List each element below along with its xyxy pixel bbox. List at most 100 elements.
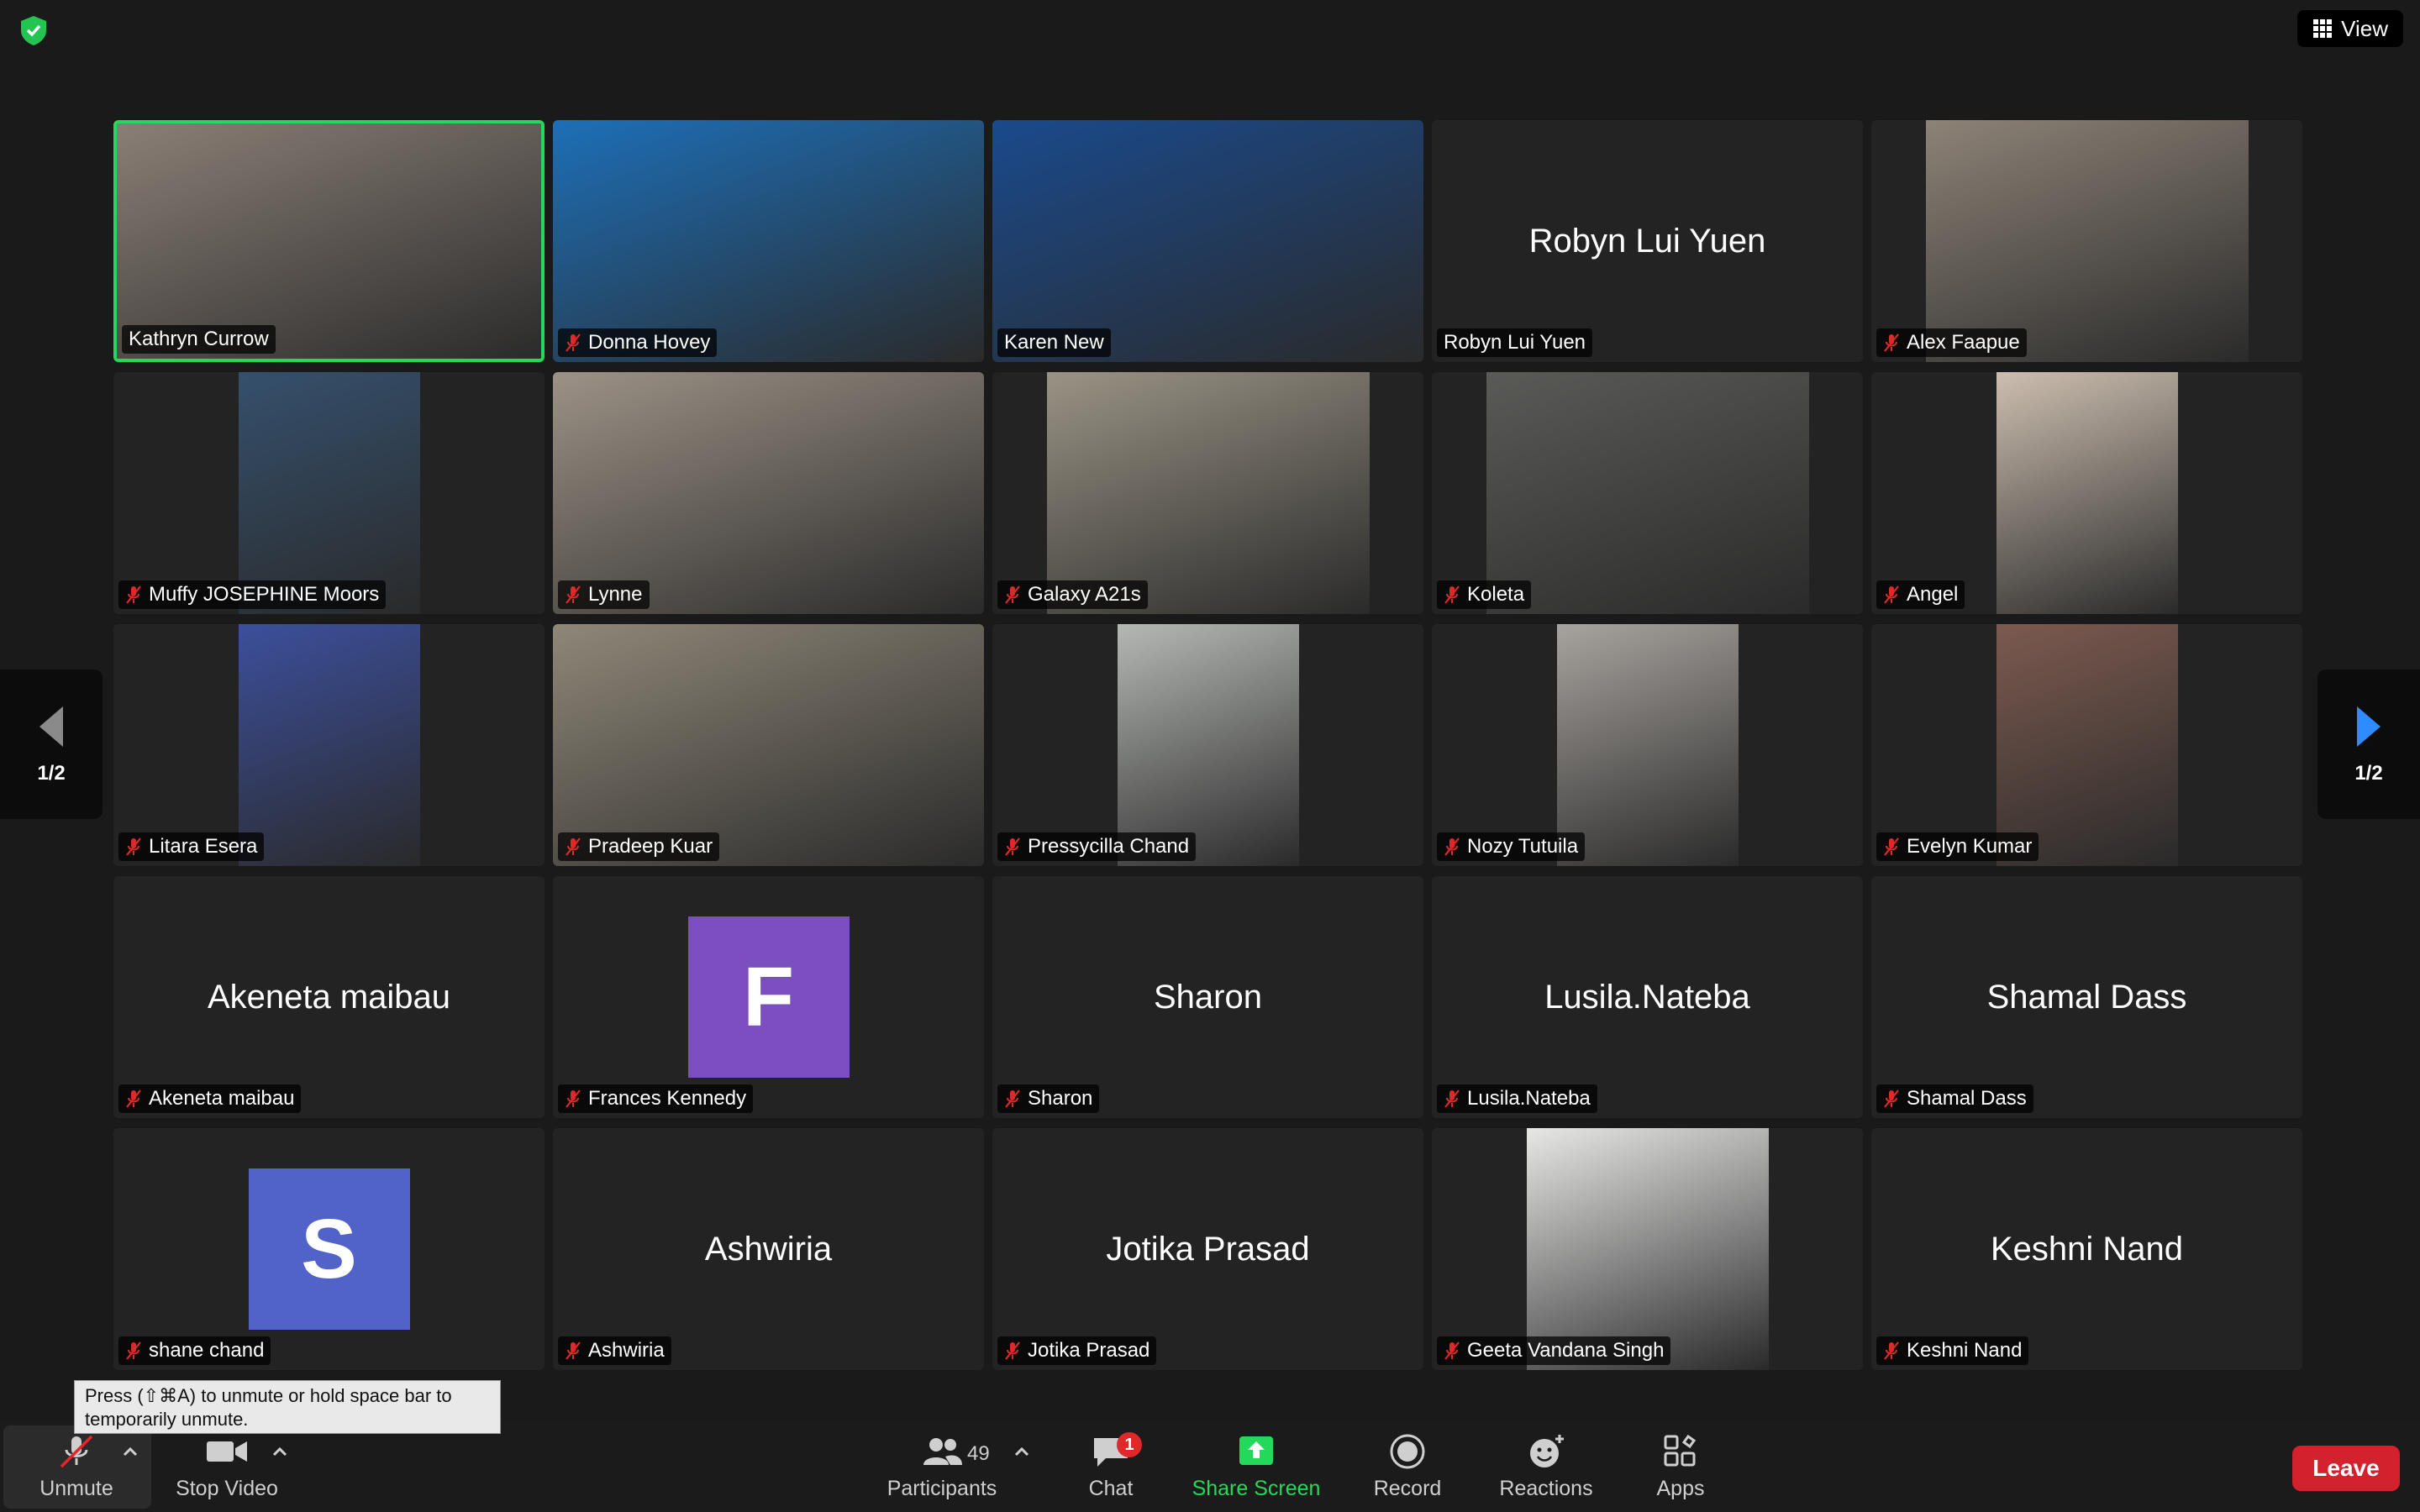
microphone-muted-icon [60,1435,93,1468]
apps-icon [1664,1434,1697,1467]
meeting-toolbar: Unmute Stop Video Participants 49 Chat 1… [0,1422,2420,1512]
participant-name: Jotika Prasad [1028,1339,1150,1362]
participant-video-feed [1486,372,1809,614]
participant-name-tag: Karen New [997,328,1111,357]
participants-options-caret-icon[interactable] [1013,1442,1031,1461]
microphone-muted-icon [126,1341,141,1360]
participant-display-name: Jotika Prasad [1106,1230,1310,1268]
participant-name: Lynne [588,583,643,606]
next-page-button[interactable]: 1/2 [2317,669,2420,819]
participant-tile[interactable]: Kathryn Currow [113,120,544,362]
participant-name-tag: Akeneta maibau [118,1084,302,1113]
participant-tile[interactable]: Shamal Dass Shamal Dass [1871,876,2302,1118]
participant-name-tag: Ashwiria [558,1336,671,1365]
microphone-muted-icon [566,1089,581,1108]
participant-tile[interactable]: Sshane chand [113,1128,544,1370]
participant-tile[interactable]: Donna Hovey [553,120,984,362]
participant-video-feed [553,372,984,614]
microphone-muted-icon [566,1341,581,1360]
microphone-muted-icon [566,837,581,856]
share-screen-button[interactable]: Share Screen [1185,1422,1328,1512]
participant-video-feed [1996,624,2178,866]
participant-tile[interactable]: Jotika Prasad Jotika Prasad [992,1128,1423,1370]
participant-name: Keshni Nand [1907,1339,2023,1362]
record-icon [1390,1434,1425,1469]
share-screen-label: Share Screen [1192,1477,1321,1500]
leave-button[interactable]: Leave [2292,1446,2400,1491]
participant-tile[interactable]: Lusila.Nateba Lusila.Nateba [1432,876,1863,1118]
microphone-muted-icon [566,333,581,352]
participant-name-tag: Koleta [1437,580,1532,609]
participant-name-tag: Alex Faapue [1876,328,2027,357]
participant-name-tag: Kathryn Currow [122,325,276,354]
microphone-muted-icon [126,585,141,604]
participant-video-feed [1556,624,1739,866]
participant-name: Evelyn Kumar [1907,835,2033,858]
participant-name: Alex Faapue [1907,331,2020,354]
participant-name: Akeneta maibau [149,1087,295,1110]
participant-display-name: Robyn Lui Yuen [1528,222,1766,260]
participant-name: Robyn Lui Yuen [1444,331,1586,354]
participant-tile[interactable]: Litara Esera [113,624,544,866]
grid-view-icon [2313,19,2333,38]
reactions-button[interactable]: Reactions [1487,1422,1605,1512]
unmute-button[interactable]: Unmute [17,1422,136,1512]
participant-tile[interactable]: Keshni Nand Keshni Nand [1871,1128,2302,1370]
previous-page-button[interactable]: 1/2 [0,669,103,819]
participant-video-feed [1526,1128,1769,1370]
participant-tile[interactable]: Karen New [992,120,1423,362]
participant-tile[interactable]: Muffy JOSEPHINE Moors [113,372,544,614]
participant-tile[interactable]: Robyn Lui Yuen Robyn Lui Yuen [1432,120,1863,362]
participant-display-name: Sharon [1154,978,1262,1016]
participants-button[interactable]: Participants [874,1422,1010,1512]
participant-name-tag: Litara Esera [118,832,265,861]
participant-name-tag: Robyn Lui Yuen [1437,328,1593,357]
participant-tile[interactable]: Geeta Vandana Singh [1432,1128,1863,1370]
participant-name: Litara Esera [149,835,258,858]
top-bar: View [0,0,2420,59]
chat-label: Chat [1088,1477,1134,1500]
participant-tile[interactable]: Pradeep Kuar [553,624,984,866]
participant-tile[interactable]: Angel [1871,372,2302,614]
microphone-muted-icon [566,585,581,604]
participants-label: Participants [886,1477,997,1500]
participant-avatar: F [687,916,850,1078]
view-button[interactable]: View [2297,10,2403,47]
participant-name-tag: Jotika Prasad [997,1336,1157,1365]
participant-name-tag: Evelyn Kumar [1876,832,2039,861]
participant-name: shane chand [149,1339,265,1362]
participant-tile[interactable]: Sharon Sharon [992,876,1423,1118]
participant-video-feed [553,624,984,866]
chat-button[interactable]: Chat [1069,1422,1153,1512]
record-button[interactable]: Record [1361,1422,1454,1512]
microphone-muted-icon [1444,1341,1460,1360]
participant-tile[interactable]: Ashwiria Ashwiria [553,1128,984,1370]
participant-name: Koleta [1467,583,1525,606]
video-options-caret-icon[interactable] [271,1442,289,1461]
participant-tile[interactable]: Galaxy A21s [992,372,1423,614]
participants-icon [923,1438,962,1465]
participant-tile[interactable]: Nozy Tutuila [1432,624,1863,866]
participant-tile[interactable]: Pressycilla Chand [992,624,1423,866]
microphone-muted-icon [1884,1089,1899,1108]
participant-tile[interactable]: Evelyn Kumar [1871,624,2302,866]
participant-video-feed [1117,624,1299,866]
participant-tile[interactable]: Koleta [1432,372,1863,614]
unmute-tooltip: Press (⇧⌘A) to unmute or hold space bar … [74,1380,501,1434]
participant-tile[interactable]: Lynne [553,372,984,614]
participant-name-tag: Frances Kennedy [558,1084,754,1113]
participant-name: Lusila.Nateba [1467,1087,1591,1110]
audio-options-caret-icon[interactable] [121,1442,139,1461]
stop-video-button[interactable]: Stop Video [168,1422,286,1512]
participants-count: 49 [967,1442,990,1465]
apps-button[interactable]: Apps [1639,1422,1723,1512]
participant-name: Angel [1907,583,1959,606]
participant-name: Muffy JOSEPHINE Moors [149,583,380,606]
participant-tile[interactable]: Akeneta maibau Akeneta maibau [113,876,544,1118]
participant-tile[interactable]: Alex Faapue [1871,120,2302,362]
participant-name-tag: Sharon [997,1084,1100,1113]
participant-tile[interactable]: F Frances Kennedy [553,876,984,1118]
participant-video-feed [1046,372,1370,614]
microphone-muted-icon [1884,585,1899,604]
encryption-shield-icon[interactable] [17,13,50,47]
